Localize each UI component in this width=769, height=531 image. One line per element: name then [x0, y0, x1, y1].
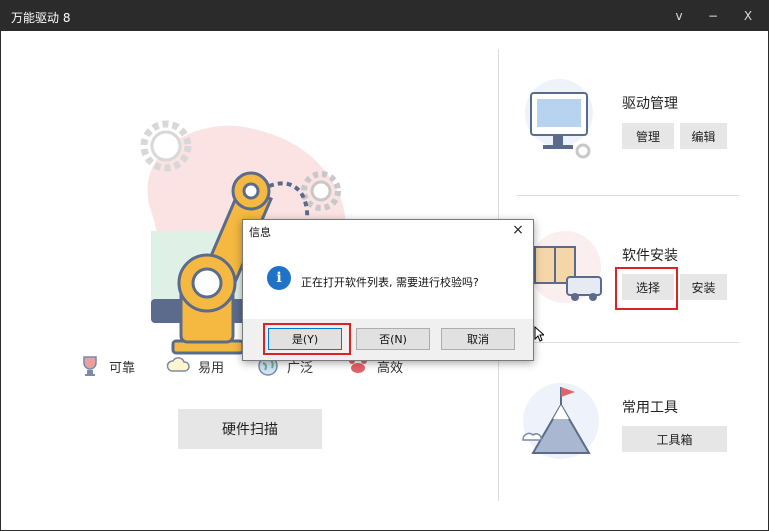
monitor-icon — [525, 79, 593, 159]
feature-label: 易用 — [198, 360, 225, 376]
feature-easy: 易用 — [166, 353, 224, 379]
select-button-highlight — [615, 267, 678, 310]
dropdown-button[interactable]: v — [664, 1, 694, 31]
mouse-cursor-icon — [534, 326, 544, 342]
close-button[interactable]: X — [733, 1, 763, 31]
yes-button-highlight — [263, 323, 351, 355]
feature-reliable: 可靠 — [77, 353, 135, 379]
manage-button[interactable]: 管理 — [622, 123, 674, 149]
section-divider — [517, 195, 739, 196]
main-content: 可靠 易用 广泛 高效 硬件扫描 驱动管理 管理 编辑 软件安装 选择 安装 常… — [1, 31, 768, 530]
trophy-icon — [83, 356, 97, 376]
hardware-scan-button[interactable]: 硬件扫描 — [178, 409, 322, 449]
toolbox-button[interactable]: 工具箱 — [622, 426, 727, 452]
mountain-flag-icon — [522, 383, 599, 459]
edit-button[interactable]: 编辑 — [680, 123, 727, 149]
no-button[interactable]: 否(N) — [356, 328, 430, 350]
driver-section-title: 驱动管理 — [622, 96, 678, 112]
tools-section-title: 常用工具 — [622, 400, 678, 416]
feature-label: 可靠 — [109, 360, 136, 376]
info-icon: i — [267, 266, 291, 290]
section-divider — [517, 342, 739, 343]
cancel-button[interactable]: 取消 — [441, 328, 515, 350]
main-window: 万能驱动 8 v − X 可靠 易用 广泛 高效 硬件扫描 驱动管理 管理 编辑… — [0, 0, 769, 531]
cloud-icon — [166, 357, 190, 372]
install-button[interactable]: 安装 — [680, 274, 727, 300]
software-section-title: 软件安装 — [622, 248, 678, 264]
dialog-message: 正在打开软件列表, 需要进行校验吗? — [301, 276, 479, 289]
window-title: 万能驱动 8 — [11, 11, 71, 25]
title-bar: 万能驱动 8 v − X — [1, 1, 768, 31]
dialog-title: 信息 — [249, 226, 271, 239]
dialog-close-button[interactable]: × — [509, 221, 527, 239]
minimize-button[interactable]: − — [698, 1, 728, 31]
